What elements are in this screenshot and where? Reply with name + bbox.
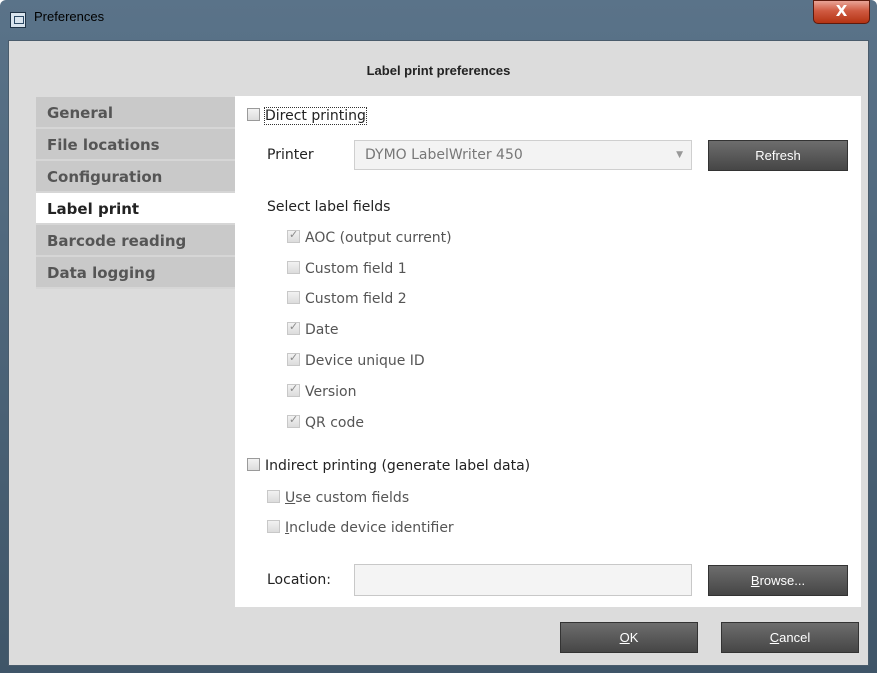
field-date-label: Date <box>305 322 339 338</box>
close-icon: X <box>835 2 848 20</box>
ok-accesskey: O <box>619 630 630 645</box>
field-device-unique-id[interactable]: Device unique ID <box>287 351 425 369</box>
window-title: Preferences <box>34 9 105 24</box>
field-version-checkbox[interactable] <box>287 382 300 397</box>
browse-button[interactable]: Browse... <box>708 565 848 596</box>
field-aoc[interactable]: AOC (output current) <box>287 228 452 246</box>
cancel-button[interactable]: Cancel <box>721 622 859 653</box>
field-custom-1-label: Custom field 1 <box>305 261 407 277</box>
field-qr-code-label: QR code <box>305 415 364 431</box>
indirect-printing-label: Indirect printing (generate label data) <box>265 458 531 474</box>
field-custom-2[interactable]: Custom field 2 <box>287 291 407 307</box>
refresh-button[interactable]: Refresh <box>708 140 848 171</box>
location-field[interactable] <box>354 564 692 596</box>
indirect-printing-checkbox[interactable]: Indirect printing (generate label data) <box>247 458 530 474</box>
sidebar: General File locations Configuration Lab… <box>36 97 235 289</box>
printer-label: Printer <box>267 147 314 163</box>
use-custom-fields-accesskey: U <box>285 490 296 506</box>
ok-button[interactable]: OK <box>560 622 698 653</box>
title-bar[interactable]: Preferences X <box>0 0 877 40</box>
use-custom-fields-checkbox[interactable]: Use custom fields <box>267 490 409 506</box>
include-device-identifier-label: nclude device identifier <box>289 520 454 536</box>
use-custom-fields-label: se custom fields <box>295 490 410 506</box>
page-title: Label print preferences <box>366 63 511 78</box>
field-custom-1[interactable]: Custom field 1 <box>287 261 407 277</box>
app-window-icon <box>10 12 26 28</box>
chevron-down-icon: ▼ <box>676 150 683 160</box>
ok-label: K <box>629 630 639 645</box>
use-custom-fields-box[interactable] <box>267 490 280 503</box>
indirect-printing-box[interactable] <box>247 458 260 471</box>
field-aoc-label: AOC (output current) <box>305 230 452 246</box>
sidebar-item-barcode-reading[interactable]: Barcode reading <box>36 225 235 257</box>
field-aoc-checkbox[interactable] <box>287 228 300 243</box>
dialog-body: Label print preferences General File loc… <box>8 40 869 666</box>
field-custom-2-label: Custom field 2 <box>305 291 407 307</box>
field-date-checkbox[interactable] <box>287 320 300 335</box>
field-custom-1-checkbox[interactable] <box>287 261 300 274</box>
direct-printing-label: Direct printing <box>264 107 367 125</box>
printer-dropdown[interactable]: DYMO LabelWriter 450 ▼ <box>354 140 692 170</box>
direct-printing-checkbox[interactable]: Direct printing <box>247 107 367 125</box>
field-date[interactable]: Date <box>287 320 339 338</box>
sidebar-item-label-print[interactable]: Label print <box>36 193 235 225</box>
field-qr-code[interactable]: QR code <box>287 413 364 431</box>
field-device-unique-id-label: Device unique ID <box>305 353 425 369</box>
label-fields-heading: Select label fields <box>267 199 391 215</box>
field-version-label: Version <box>305 384 357 400</box>
sidebar-item-general[interactable]: General <box>36 97 235 129</box>
sidebar-item-data-logging[interactable]: Data logging <box>36 257 235 289</box>
preferences-window: Preferences X Label print preferences Ge… <box>0 0 877 673</box>
browse-accesskey: B <box>750 573 760 588</box>
sidebar-item-file-locations[interactable]: File locations <box>36 129 235 161</box>
printer-value: DYMO LabelWriter 450 <box>365 147 523 163</box>
field-qr-code-checkbox[interactable] <box>287 413 300 428</box>
close-button[interactable]: X <box>813 0 870 24</box>
field-custom-2-checkbox[interactable] <box>287 291 300 304</box>
label-print-panel: Direct printing Printer DYMO LabelWriter… <box>235 96 861 607</box>
include-device-identifier-checkbox[interactable]: Include device identifier <box>267 520 454 536</box>
sidebar-item-configuration[interactable]: Configuration <box>36 161 235 193</box>
direct-printing-box[interactable] <box>247 108 260 121</box>
field-version[interactable]: Version <box>287 382 357 400</box>
cancel-accesskey: C <box>769 630 780 645</box>
include-device-identifier-box[interactable] <box>267 520 280 533</box>
cancel-label: ancel <box>779 630 811 645</box>
location-label: Location: <box>267 572 331 588</box>
browse-label: rowse... <box>759 573 806 588</box>
field-device-unique-id-checkbox[interactable] <box>287 351 300 366</box>
